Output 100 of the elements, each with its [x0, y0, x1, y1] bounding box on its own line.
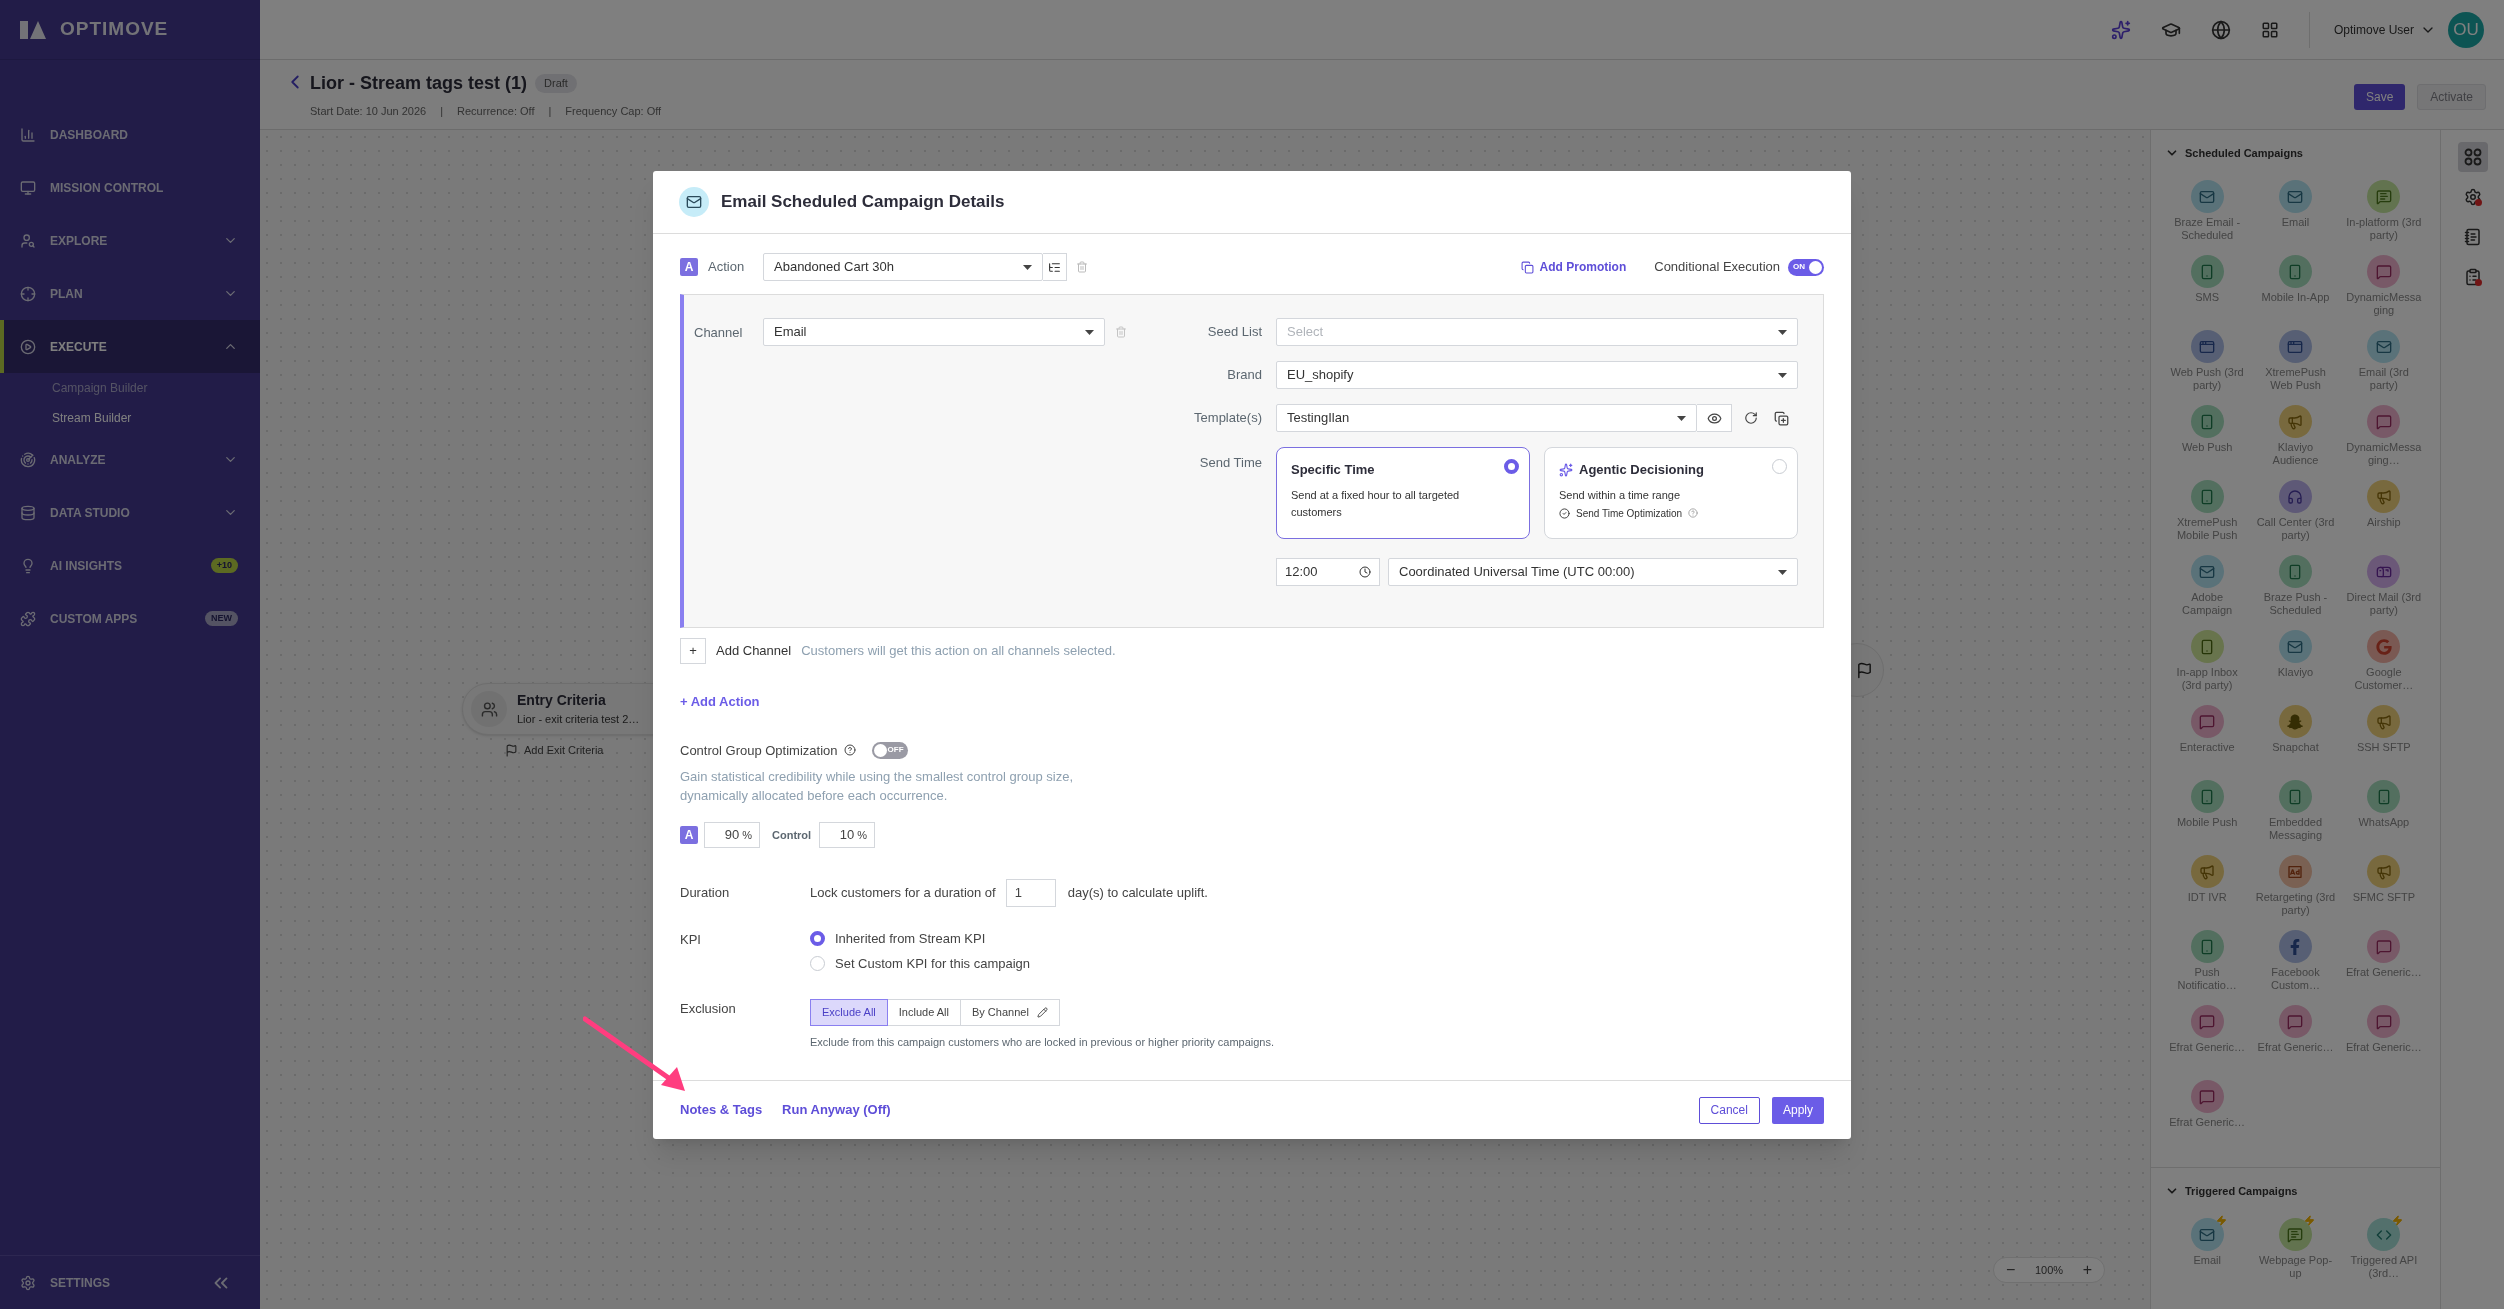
channel-tile[interactable]: SSH SFTP [2339, 705, 2428, 780]
add-exit-link[interactable]: Add Exit Criteria [524, 742, 604, 759]
channel-tile[interactable]: Direct Mail (3rd party) [2339, 555, 2428, 630]
channel-tile[interactable]: Triggered API (3rd… [2339, 1218, 2428, 1293]
channel-tile[interactable]: Email [2163, 1218, 2252, 1293]
percent-field[interactable]: 90 % [704, 822, 760, 848]
nav-item[interactable]: AI INSIGHTS +10 [0, 539, 260, 592]
channel-tile[interactable]: Klaviyo [2251, 630, 2340, 705]
add-promotion-link[interactable]: Add Promotion [1539, 258, 1627, 276]
nav-item[interactable]: DATA STUDIO [0, 486, 260, 539]
nav-item[interactable]: EXECUTE [0, 320, 260, 373]
toggle-switch[interactable]: ON [1788, 258, 1824, 276]
nav-item[interactable]: MISSION CONTROL [0, 161, 260, 214]
channel-tile[interactable]: Braze Email - Scheduled [2163, 180, 2252, 255]
channel-tile[interactable]: Retargeting (3rd party) [2251, 855, 2340, 930]
channel-tile[interactable]: Email (3rd party) [2339, 330, 2428, 405]
channel-tile[interactable]: IDT IVR [2163, 855, 2252, 930]
add-channel-button[interactable]: + [680, 638, 706, 664]
add-action-link[interactable]: + Add Action [680, 692, 760, 712]
send-time-card[interactable]: Agentic Decisioning Send within a time range Send Time Optimization [1544, 447, 1798, 539]
channel-tile[interactable]: Embedded Messaging [2251, 780, 2340, 855]
radio-button[interactable] [810, 931, 825, 946]
nav-item[interactable]: PLAN [0, 267, 260, 320]
channel-tile[interactable]: Snapchat [2251, 705, 2340, 780]
channel-tile[interactable]: SMS [2163, 255, 2252, 330]
segment-tab[interactable]: Include All [886, 999, 961, 1026]
dropdown-field[interactable]: Select [1276, 318, 1798, 346]
pencil-icon [1036, 1007, 1048, 1018]
channel-tile[interactable]: XtremePush Web Push [2251, 330, 2340, 405]
channel-tile[interactable]: Airship [2339, 480, 2428, 555]
clock-icon [1359, 566, 1371, 578]
zoom-in-button[interactable]: + [2082, 1258, 2092, 1282]
channel-tile[interactable]: DynamicMessaging… [2339, 405, 2428, 480]
radio-label[interactable]: Inherited from Stream KPI [835, 928, 986, 949]
radio-label[interactable]: Set Custom KPI for this campaign [835, 953, 1031, 974]
channel-tile[interactable]: SFMC SFTP [2339, 855, 2428, 930]
channel-tile[interactable]: Efrat Generic… [2339, 930, 2428, 1005]
duration-field[interactable]: 1 [1005, 879, 1056, 907]
template-select[interactable]: TestingIlan [1276, 404, 1697, 432]
app-grid-icon[interactable] [2260, 20, 2279, 39]
channel-tile[interactable]: Efrat Generic… [2339, 1005, 2428, 1080]
channel-tile[interactable]: WhatsApp [2339, 780, 2428, 855]
channel-label: Mobile Push [2175, 816, 2239, 829]
dropdown-field[interactable]: EU_shopify [1276, 361, 1798, 389]
channel-tile[interactable]: Push Notificatio… [2163, 930, 2252, 1005]
channel-tile[interactable]: Email [2251, 180, 2340, 255]
duplicate-icon[interactable] [1774, 410, 1789, 426]
channel-tile[interactable]: Web Push (3rd party) [2163, 330, 2252, 405]
zoom-out-button[interactable]: − [2006, 1258, 2016, 1282]
refresh-icon[interactable] [1744, 411, 1758, 425]
rail-button[interactable] [2457, 142, 2488, 172]
channel-tile[interactable]: Web Push [2163, 405, 2252, 480]
footer-link[interactable]: Run Anyway (Off) [782, 1100, 891, 1120]
channel-tile[interactable]: Webpage Pop-up [2251, 1218, 2340, 1293]
primary-button[interactable]: Save [2353, 84, 2406, 110]
nav-item[interactable]: ANALYZE [0, 433, 260, 486]
percent-field[interactable]: 10 % [819, 822, 876, 848]
settings-link[interactable]: SETTINGS [50, 1273, 196, 1292]
nav-subitem[interactable]: Stream Builder [0, 403, 260, 433]
user-name[interactable]: Optimove User [2333, 20, 2414, 39]
channel-tile[interactable]: Call Center (3rd party) [2251, 480, 2340, 555]
channel-tile[interactable]: Adobe Campaign [2163, 555, 2252, 630]
channel-select[interactable]: Email [763, 318, 1105, 346]
user-avatar[interactable]: OU [2448, 11, 2484, 48]
channel-tile[interactable]: Facebook Custom… [2251, 930, 2340, 1005]
radio-button[interactable] [1504, 459, 1519, 474]
channel-tile[interactable]: Klaviyo Audience [2251, 405, 2340, 480]
sparkles-icon[interactable] [2110, 19, 2131, 40]
ghost-icon [2287, 713, 2304, 730]
toggle-switch[interactable]: OFF [871, 741, 908, 759]
channel-tile[interactable]: XtremePush Mobile Push [2163, 480, 2252, 555]
channel-tile[interactable]: Efrat Generic… [2163, 1005, 2252, 1080]
segment-tab[interactable]: By Channel [959, 999, 1060, 1026]
preview-button[interactable] [1697, 404, 1732, 432]
action-select[interactable]: Abandoned Cart 30h [763, 253, 1043, 281]
timezone-select[interactable]: Coordinated Universal Time (UTC 00:00) [1388, 558, 1798, 586]
hierarchy-button[interactable] [1043, 253, 1067, 281]
channel-tile[interactable]: In-platform (3rd party) [2339, 180, 2428, 255]
field-label: Action [708, 258, 746, 277]
channel-tile[interactable]: Google Customer… [2339, 630, 2428, 705]
channel-tile[interactable]: Efrat Generic… [2251, 1005, 2340, 1080]
channel-tile[interactable]: Mobile Push [2163, 780, 2252, 855]
segment-tab[interactable]: Exclude All [810, 999, 888, 1026]
envelope-icon [2375, 338, 2392, 355]
nav-item[interactable]: EXPLORE [0, 214, 260, 267]
nav-item[interactable]: CUSTOM APPS NEW [0, 592, 260, 645]
channel-tile[interactable]: Efrat Generic… [2163, 1080, 2252, 1155]
channel-tile[interactable]: In-app Inbox (3rd party) [2163, 630, 2252, 705]
message-icon [2375, 188, 2392, 205]
nav-item[interactable]: DASHBOARD [0, 108, 260, 161]
apply-button[interactable]: Apply [1771, 1096, 1824, 1124]
cancel-button[interactable]: Cancel [1698, 1096, 1760, 1124]
channel-tile[interactable]: Braze Push - Scheduled [2251, 555, 2340, 630]
channel-tile[interactable]: DynamicMessaging [2339, 255, 2428, 330]
add-channel-label[interactable]: Add Channel [716, 641, 792, 661]
footer-link[interactable]: Notes & Tags [680, 1100, 763, 1120]
send-time-card[interactable]: Specific Time Send at a fixed hour to all targeted customers [1276, 447, 1530, 539]
time-field[interactable]: 12:00 [1276, 558, 1380, 586]
channel-tile[interactable]: Enteractive [2163, 705, 2252, 780]
globe-icon[interactable] [2210, 19, 2231, 40]
